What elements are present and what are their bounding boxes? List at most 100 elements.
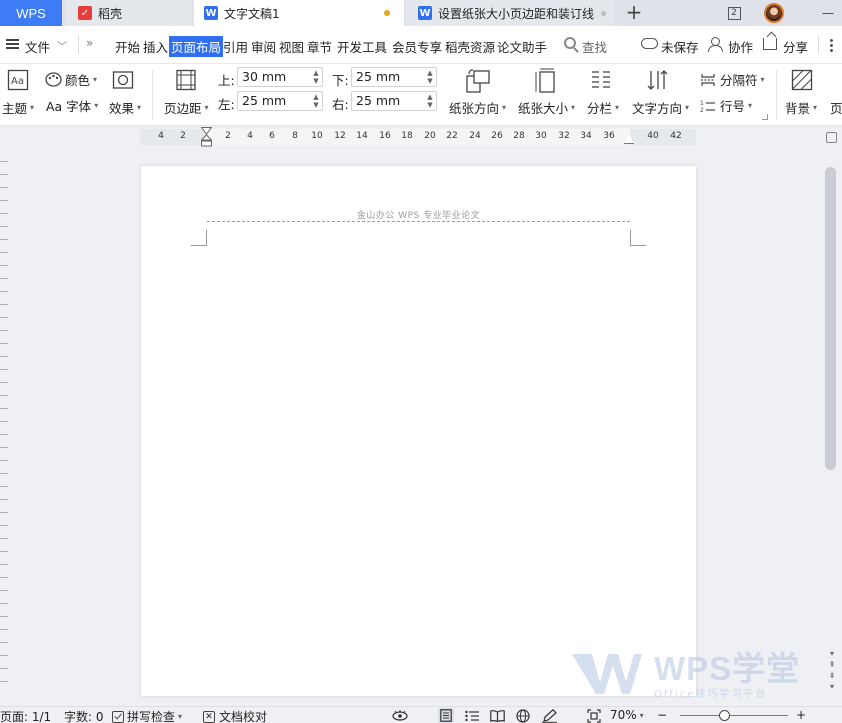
tab-wps-home[interactable]: WPS (0, 0, 62, 26)
dropdown-arrow-icon: ▾ (204, 103, 209, 112)
page-border-button[interactable]: 页 (830, 98, 842, 117)
proofread-button[interactable]: ✕ 文档校对 (203, 708, 267, 723)
bottom-margin-input[interactable]: 25 mm ▲ ▼ (351, 67, 437, 87)
word-count[interactable]: 字数: 0 (64, 708, 104, 723)
tab-document-2[interactable]: W 设置纸张大小页边距和装订线 (406, 0, 614, 26)
svg-text:2: 2 (700, 107, 704, 113)
menu-item-thesis-assistant[interactable]: 论文助手 (497, 37, 547, 56)
eye-protection-icon[interactable] (392, 708, 408, 723)
zoom-level-button[interactable]: 70% ▾ (610, 708, 644, 722)
search-icon (564, 37, 576, 49)
effect-icon[interactable] (112, 69, 134, 91)
right-margin-value: 25 mm (356, 93, 401, 108)
text-direction-button[interactable]: 文字方向 ▾ (632, 98, 689, 117)
zoom-slider-handle[interactable] (719, 710, 730, 721)
right-margin-input[interactable]: 25 mm ▲ ▼ (351, 91, 437, 111)
top-margin-input[interactable]: 30 mm ▲ ▼ (237, 67, 323, 87)
vertical-scrollbar[interactable]: ▾ ⇞ ⇟ ▾ (822, 127, 842, 694)
theme-button[interactable]: 主题 ▾ (2, 98, 34, 117)
outline-view-icon[interactable] (464, 708, 480, 723)
spinner-arrows-icon[interactable]: ▲ ▼ (426, 69, 434, 85)
tab-bar: WPS ✓ 稻壳 W 文字文稿1 W 设置纸张大小页边距和装订线 + 2 — (0, 0, 842, 26)
dropdown-arrow-icon: ▾ (571, 103, 576, 112)
indent-marker-icon[interactable] (201, 127, 212, 147)
search-button[interactable]: 查找 (582, 37, 607, 56)
double-chevron-icon[interactable]: » (86, 36, 93, 50)
document-page[interactable]: 金山办公 WPS 专业毕业论文 (141, 166, 696, 696)
page-nav-arrows-icon[interactable]: ▾ ⇞ ⇟ ▾ (825, 648, 839, 692)
effect-label: 效果 (109, 101, 135, 116)
proofread-icon: ✕ (203, 710, 215, 723)
write-mode-icon[interactable] (541, 708, 557, 723)
font-button[interactable]: Aa 字体 ▾ (46, 96, 98, 115)
orientation-button[interactable]: 纸张方向 ▾ (449, 98, 506, 117)
menu-item-page-layout[interactable]: 页面布局 (169, 36, 224, 57)
tab-document-1-label: 文字文稿1 (224, 6, 280, 21)
hamburger-menu-icon[interactable] (6, 39, 19, 49)
spinner-arrows-icon[interactable]: ▲ ▼ (312, 69, 320, 85)
web-layout-icon[interactable] (515, 708, 531, 723)
right-indent-marker-icon[interactable] (624, 134, 634, 144)
page-indicator[interactable]: 页面: 1/1 (0, 708, 51, 723)
menu-item-view[interactable]: 视图 (279, 37, 304, 56)
dropdown-arrow-icon: ▾ (748, 101, 753, 110)
window-count-button[interactable]: 2 (726, 0, 742, 26)
scroll-thumb[interactable] (825, 167, 836, 470)
minimize-button[interactable]: — (818, 0, 838, 26)
spinner-arrows-icon[interactable]: ▲ ▼ (426, 93, 434, 109)
chevron-down-icon[interactable]: ﹀ (57, 38, 67, 53)
bottom-margin-value: 25 mm (356, 69, 401, 84)
menu-item-review[interactable]: 审阅 (251, 37, 276, 56)
page-background-icon[interactable] (791, 69, 813, 91)
dropdown-arrow-icon: ▾ (760, 75, 765, 84)
paper-size-button[interactable]: 纸张大小 ▾ (518, 98, 575, 117)
menu-item-section[interactable]: 章节 (307, 37, 332, 56)
new-tab-button[interactable]: + (624, 1, 644, 25)
left-margin-input[interactable]: 25 mm ▲ ▼ (237, 91, 323, 111)
breaks-button[interactable]: 分隔符 ▾ (700, 70, 765, 89)
menu-item-references[interactable]: 引用 (223, 37, 248, 56)
reading-mode-icon[interactable] (489, 708, 505, 723)
horizontal-ruler[interactable]: 4 2 2 4 6 8 10 12 14 16 18 20 22 24 26 2… (0, 127, 842, 149)
page-orientation-icon[interactable] (465, 68, 491, 94)
fit-page-icon[interactable] (586, 708, 602, 723)
avatar-image (764, 3, 784, 23)
text-direction-icon[interactable] (647, 69, 669, 91)
margins-icon[interactable] (175, 69, 197, 91)
ruler-toggle-icon[interactable] (826, 132, 837, 143)
spell-check-button[interactable]: 拼写检查 ▾ (112, 708, 182, 723)
line-numbers-icon: 1 2 (700, 100, 715, 113)
menu-item-member[interactable]: 会员专享 (392, 37, 442, 56)
margins-button[interactable]: 页边距 ▾ (164, 98, 209, 117)
share-button[interactable]: 分享 (783, 37, 808, 56)
tab-document-1[interactable]: W 文字文稿1 (194, 0, 404, 26)
columns-button[interactable]: 分栏 ▾ (587, 98, 619, 117)
tab-daoke[interactable]: ✓ 稻壳 (66, 0, 192, 26)
theme-icon[interactable]: Aa (7, 69, 29, 91)
background-button[interactable]: 背景 ▾ (785, 98, 817, 117)
effect-button[interactable]: 效果 ▾ (109, 98, 141, 117)
user-avatar[interactable] (762, 0, 786, 26)
menu-item-start[interactable]: 开始 (115, 37, 140, 56)
menu-item-daoke-resources[interactable]: 稻壳资源 (445, 37, 495, 56)
zoom-slider-track[interactable] (680, 715, 788, 716)
writer-doc-icon: W (204, 6, 218, 20)
dropdown-arrow-icon: ▾ (137, 103, 142, 112)
page-view-icon[interactable] (438, 708, 454, 723)
menu-item-developer[interactable]: 开发工具 (337, 37, 387, 56)
file-menu[interactable]: 文件 (25, 37, 50, 56)
zoom-out-button[interactable]: − (657, 708, 667, 722)
ribbon-group-launcher-icon[interactable] (762, 114, 768, 120)
page-header-text[interactable]: 金山办公 WPS 专业毕业论文 (141, 208, 696, 221)
ruler-tick-label: 26 (491, 131, 503, 141)
line-numbers-button[interactable]: 1 2 行号 ▾ (700, 96, 752, 115)
menu-item-insert[interactable]: 插入 (143, 37, 168, 56)
more-options-icon[interactable] (830, 38, 833, 52)
paper-size-icon[interactable] (534, 68, 558, 94)
unsaved-status[interactable]: 未保存 (661, 37, 699, 56)
columns-icon[interactable] (590, 69, 612, 91)
collaborate-button[interactable]: 协作 (728, 37, 753, 56)
zoom-in-button[interactable]: + (796, 708, 806, 722)
spinner-arrows-icon[interactable]: ▲ ▼ (312, 93, 320, 109)
color-button[interactable]: 颜色 ▾ (45, 70, 97, 89)
